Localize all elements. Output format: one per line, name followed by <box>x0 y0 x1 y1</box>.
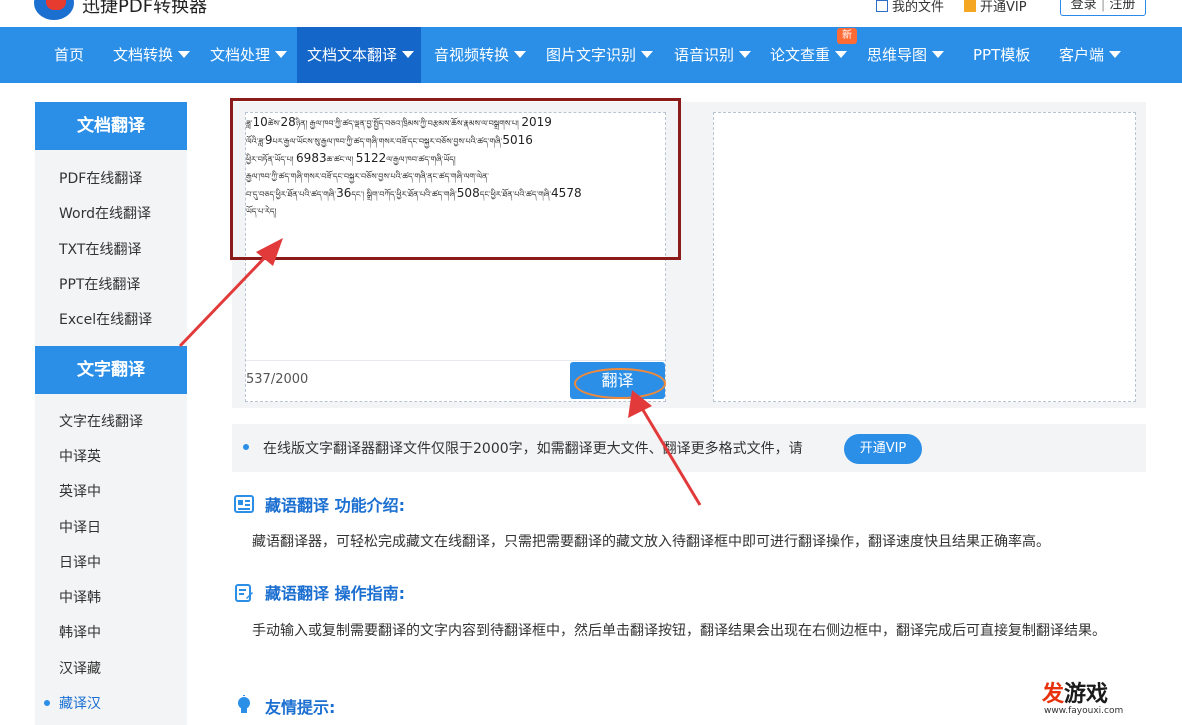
top-header: 迅捷PDF转换器 我的文件 开通VIP 登录 | 注册 <box>0 0 1182 26</box>
intro-title: 藏语翻译 功能介绍: <box>265 496 405 515</box>
file-icon <box>876 0 888 12</box>
sidebar-item-zh-en[interactable]: 中译英 <box>59 446 101 466</box>
sidebar-item-ja-zh[interactable]: 日译中 <box>59 552 101 572</box>
guide-title: 藏语翻译 操作指南: <box>265 584 405 603</box>
nav-ocr[interactable]: 图片文字识别 <box>546 27 654 83</box>
chevron-down-icon <box>1109 51 1122 58</box>
sidebar-item-pdf-translate[interactable]: PDF在线翻译 <box>59 168 142 188</box>
sidebar-item-word-translate[interactable]: Word在线翻译 <box>59 203 151 223</box>
nav-speech[interactable]: 语音识别 <box>674 27 752 83</box>
login-register-box: 登录 | 注册 <box>1060 0 1146 16</box>
guide-icon <box>235 584 253 602</box>
chevron-down-icon <box>641 51 654 58</box>
nav-doc-convert[interactable]: 文档转换 <box>113 27 191 83</box>
sidebar-heading-doc-translate: 文档翻译 <box>35 102 187 150</box>
chevron-down-icon <box>835 51 848 58</box>
tip-title: 友情提示: <box>265 698 336 717</box>
sidebar-item-zh-ko[interactable]: 中译韩 <box>59 587 101 607</box>
nav-mindmap[interactable]: 思维导图 <box>867 27 945 83</box>
watermark-url: www.fayouxi.com <box>1044 706 1124 716</box>
vip-icon <box>964 0 976 12</box>
guide-text: 手动输入或复制需要翻译的文字内容到待翻译框中，然后单击翻译按钮，翻译结果会出现在… <box>252 623 1106 639</box>
nav-doc-process[interactable]: 文档处理 <box>210 27 288 83</box>
sidebar-item-text-online[interactable]: 文字在线翻译 <box>59 411 143 431</box>
chevron-down-icon <box>514 51 527 58</box>
char-counter: 537/2000 <box>246 372 309 387</box>
document-icon <box>234 495 254 513</box>
sidebar-item-bo-zh[interactable]: 藏译汉 <box>59 693 101 713</box>
sidebar-item-zh-ja[interactable]: 中译日 <box>59 517 101 537</box>
sidebar-item-ppt-translate[interactable]: PPT在线翻译 <box>59 274 140 294</box>
sidebar-item-zh-bo[interactable]: 汉译藏 <box>59 658 101 678</box>
sidebar-heading-text-translate: 文字翻译 <box>35 346 187 394</box>
nav-plagiarism[interactable]: 论文查重 <box>770 27 848 83</box>
sidebar-item-excel-translate[interactable]: Excel在线翻译 <box>59 309 152 329</box>
chevron-down-icon <box>932 51 945 58</box>
watermark-logo: 发游戏 <box>1042 682 1109 707</box>
sidebar: 文档翻译 PDF在线翻译 Word在线翻译 TXT在线翻译 PPT在线翻译 Ex… <box>35 102 187 725</box>
annotation-frame <box>230 98 681 260</box>
annotation-ring <box>574 368 666 399</box>
main-nav: 首页 文档转换 文档处理 文档文本翻译 音视频转换 图片文字识别 语音识别 论文… <box>0 27 1182 83</box>
brand-name[interactable]: 迅捷PDF转换器 <box>82 0 207 18</box>
chevron-down-icon <box>178 51 191 58</box>
chevron-down-icon <box>275 51 288 58</box>
new-badge: 新 <box>837 28 857 44</box>
sidebar-item-txt-translate[interactable]: TXT在线翻译 <box>59 239 141 259</box>
notice-text: 在线版文字翻译器翻译文件仅限于2000字，如需翻译更大文件、翻译更多格式文件，请 <box>263 441 803 457</box>
nav-client[interactable]: 客户端 <box>1059 27 1122 83</box>
intro-text: 藏语翻译器，可轻松完成藏文在线翻译，只需把需要翻译的藏文放入待翻译框中即可进行翻… <box>252 534 1050 550</box>
sidebar-item-ko-zh[interactable]: 韩译中 <box>59 622 101 642</box>
chevron-down-icon <box>739 51 752 58</box>
nav-ppt-template[interactable]: PPT模板 <box>973 27 1030 83</box>
nav-av-convert[interactable]: 音视频转换 <box>434 27 527 83</box>
my-files-link[interactable]: 我的文件 <box>876 0 944 15</box>
result-text-box[interactable] <box>713 112 1136 402</box>
lightbulb-icon <box>238 695 250 713</box>
open-vip-label: 开通VIP <box>980 0 1027 15</box>
notice-dot <box>243 444 249 450</box>
sidebar-item-en-zh[interactable]: 英译中 <box>59 481 101 501</box>
active-dot <box>44 700 50 706</box>
chevron-down-icon <box>402 51 415 58</box>
open-vip-link[interactable]: 开通VIP <box>964 0 1027 15</box>
nav-home[interactable]: 首页 <box>54 27 84 83</box>
register-link[interactable]: 注册 <box>1109 0 1135 12</box>
login-link[interactable]: 登录 <box>1071 0 1097 12</box>
my-files-label: 我的文件 <box>892 0 945 15</box>
logo-icon[interactable] <box>34 0 74 20</box>
nav-doc-translate[interactable]: 文档文本翻译 <box>297 27 421 83</box>
open-vip-button[interactable]: 开通VIP <box>844 434 922 464</box>
